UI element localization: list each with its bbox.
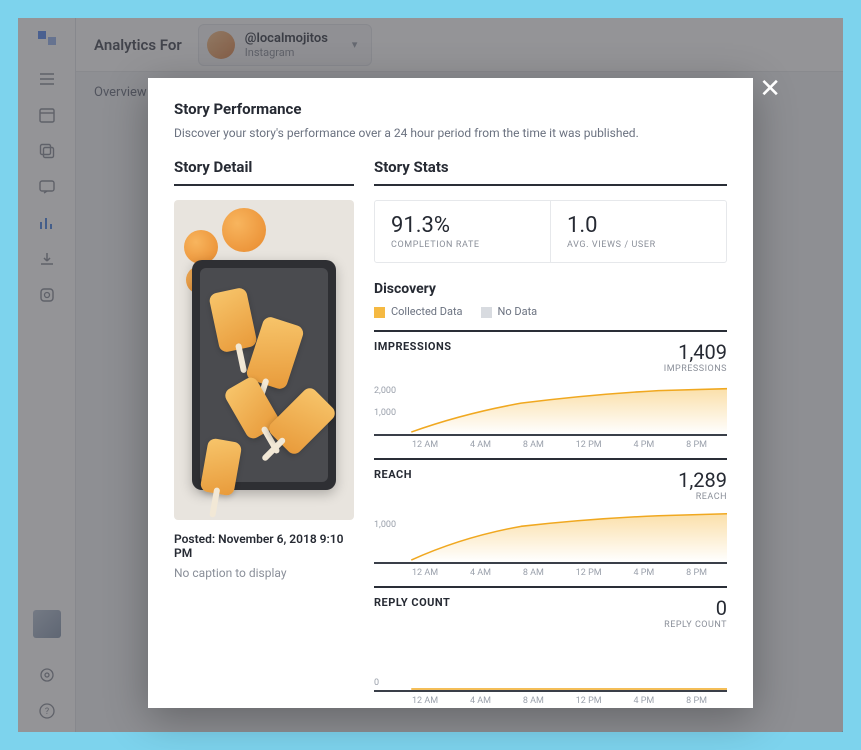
reply-value: 0	[664, 596, 727, 620]
metric-reach: REACH 1,289 REACH 1,000	[374, 458, 727, 578]
impressions-xaxis: 12 AM4 AM8 AM12 PM4 PM8 PM	[374, 436, 727, 450]
detail-header: Story Detail	[174, 158, 354, 186]
reply-name: REPLY COUNT	[374, 596, 450, 609]
avgviews-value: 1.0	[567, 213, 710, 238]
discovery-header: Discovery	[374, 281, 727, 297]
modal-subtitle: Discover your story's performance over a…	[174, 126, 727, 140]
impressions-chart: 2,0001,000	[374, 380, 727, 436]
completion-value: 91.3%	[391, 213, 534, 238]
completion-label: COMPLETION RATE	[391, 240, 534, 250]
reach-value: 1,289	[678, 468, 727, 492]
impressions-name: IMPRESSIONS	[374, 340, 452, 353]
chart-legend: Collected Data No Data	[374, 305, 727, 318]
reach-label: REACH	[678, 492, 727, 502]
stat-cards: 91.3% COMPLETION RATE 1.0 AVG. VIEWS / U…	[374, 200, 727, 263]
stat-avgviews: 1.0 AVG. VIEWS / USER	[550, 201, 726, 262]
story-performance-modal: Story Performance Discover your story's …	[148, 78, 753, 708]
reach-name: REACH	[374, 468, 412, 481]
reply-label: REPLY COUNT	[664, 620, 727, 630]
legend-nodata: No Data	[481, 305, 538, 318]
modal-title: Story Performance	[174, 100, 727, 118]
story-caption-empty: No caption to display	[174, 566, 354, 580]
story-posted-at: Posted: November 6, 2018 9:10 PM	[174, 532, 354, 560]
reply-xaxis: 12 AM4 AM8 AM12 PM4 PM8 PM	[374, 692, 727, 706]
reach-xaxis: 12 AM4 AM8 AM12 PM4 PM8 PM	[374, 564, 727, 578]
avgviews-label: AVG. VIEWS / USER	[567, 240, 710, 250]
legend-collected: Collected Data	[374, 305, 463, 318]
swatch-nodata-icon	[481, 307, 492, 318]
swatch-collected-icon	[374, 307, 385, 318]
app-shell: ? Analytics For @localmojitos Instagram …	[18, 18, 843, 732]
metric-reply: REPLY COUNT 0 REPLY COUNT 0 12 AM4 AM	[374, 586, 727, 706]
metric-impressions: IMPRESSIONS 1,409 IMPRESSIONS 2,0001,000	[374, 330, 727, 450]
impressions-value: 1,409	[664, 340, 727, 364]
reach-chart: 1,000	[374, 508, 727, 564]
impressions-label: IMPRESSIONS	[664, 364, 727, 374]
close-icon[interactable]: ✕	[759, 74, 781, 104]
stat-completion: 91.3% COMPLETION RATE	[375, 201, 550, 262]
stats-header: Story Stats	[374, 158, 727, 186]
reply-chart: 0	[374, 636, 727, 692]
story-thumbnail	[174, 200, 354, 520]
